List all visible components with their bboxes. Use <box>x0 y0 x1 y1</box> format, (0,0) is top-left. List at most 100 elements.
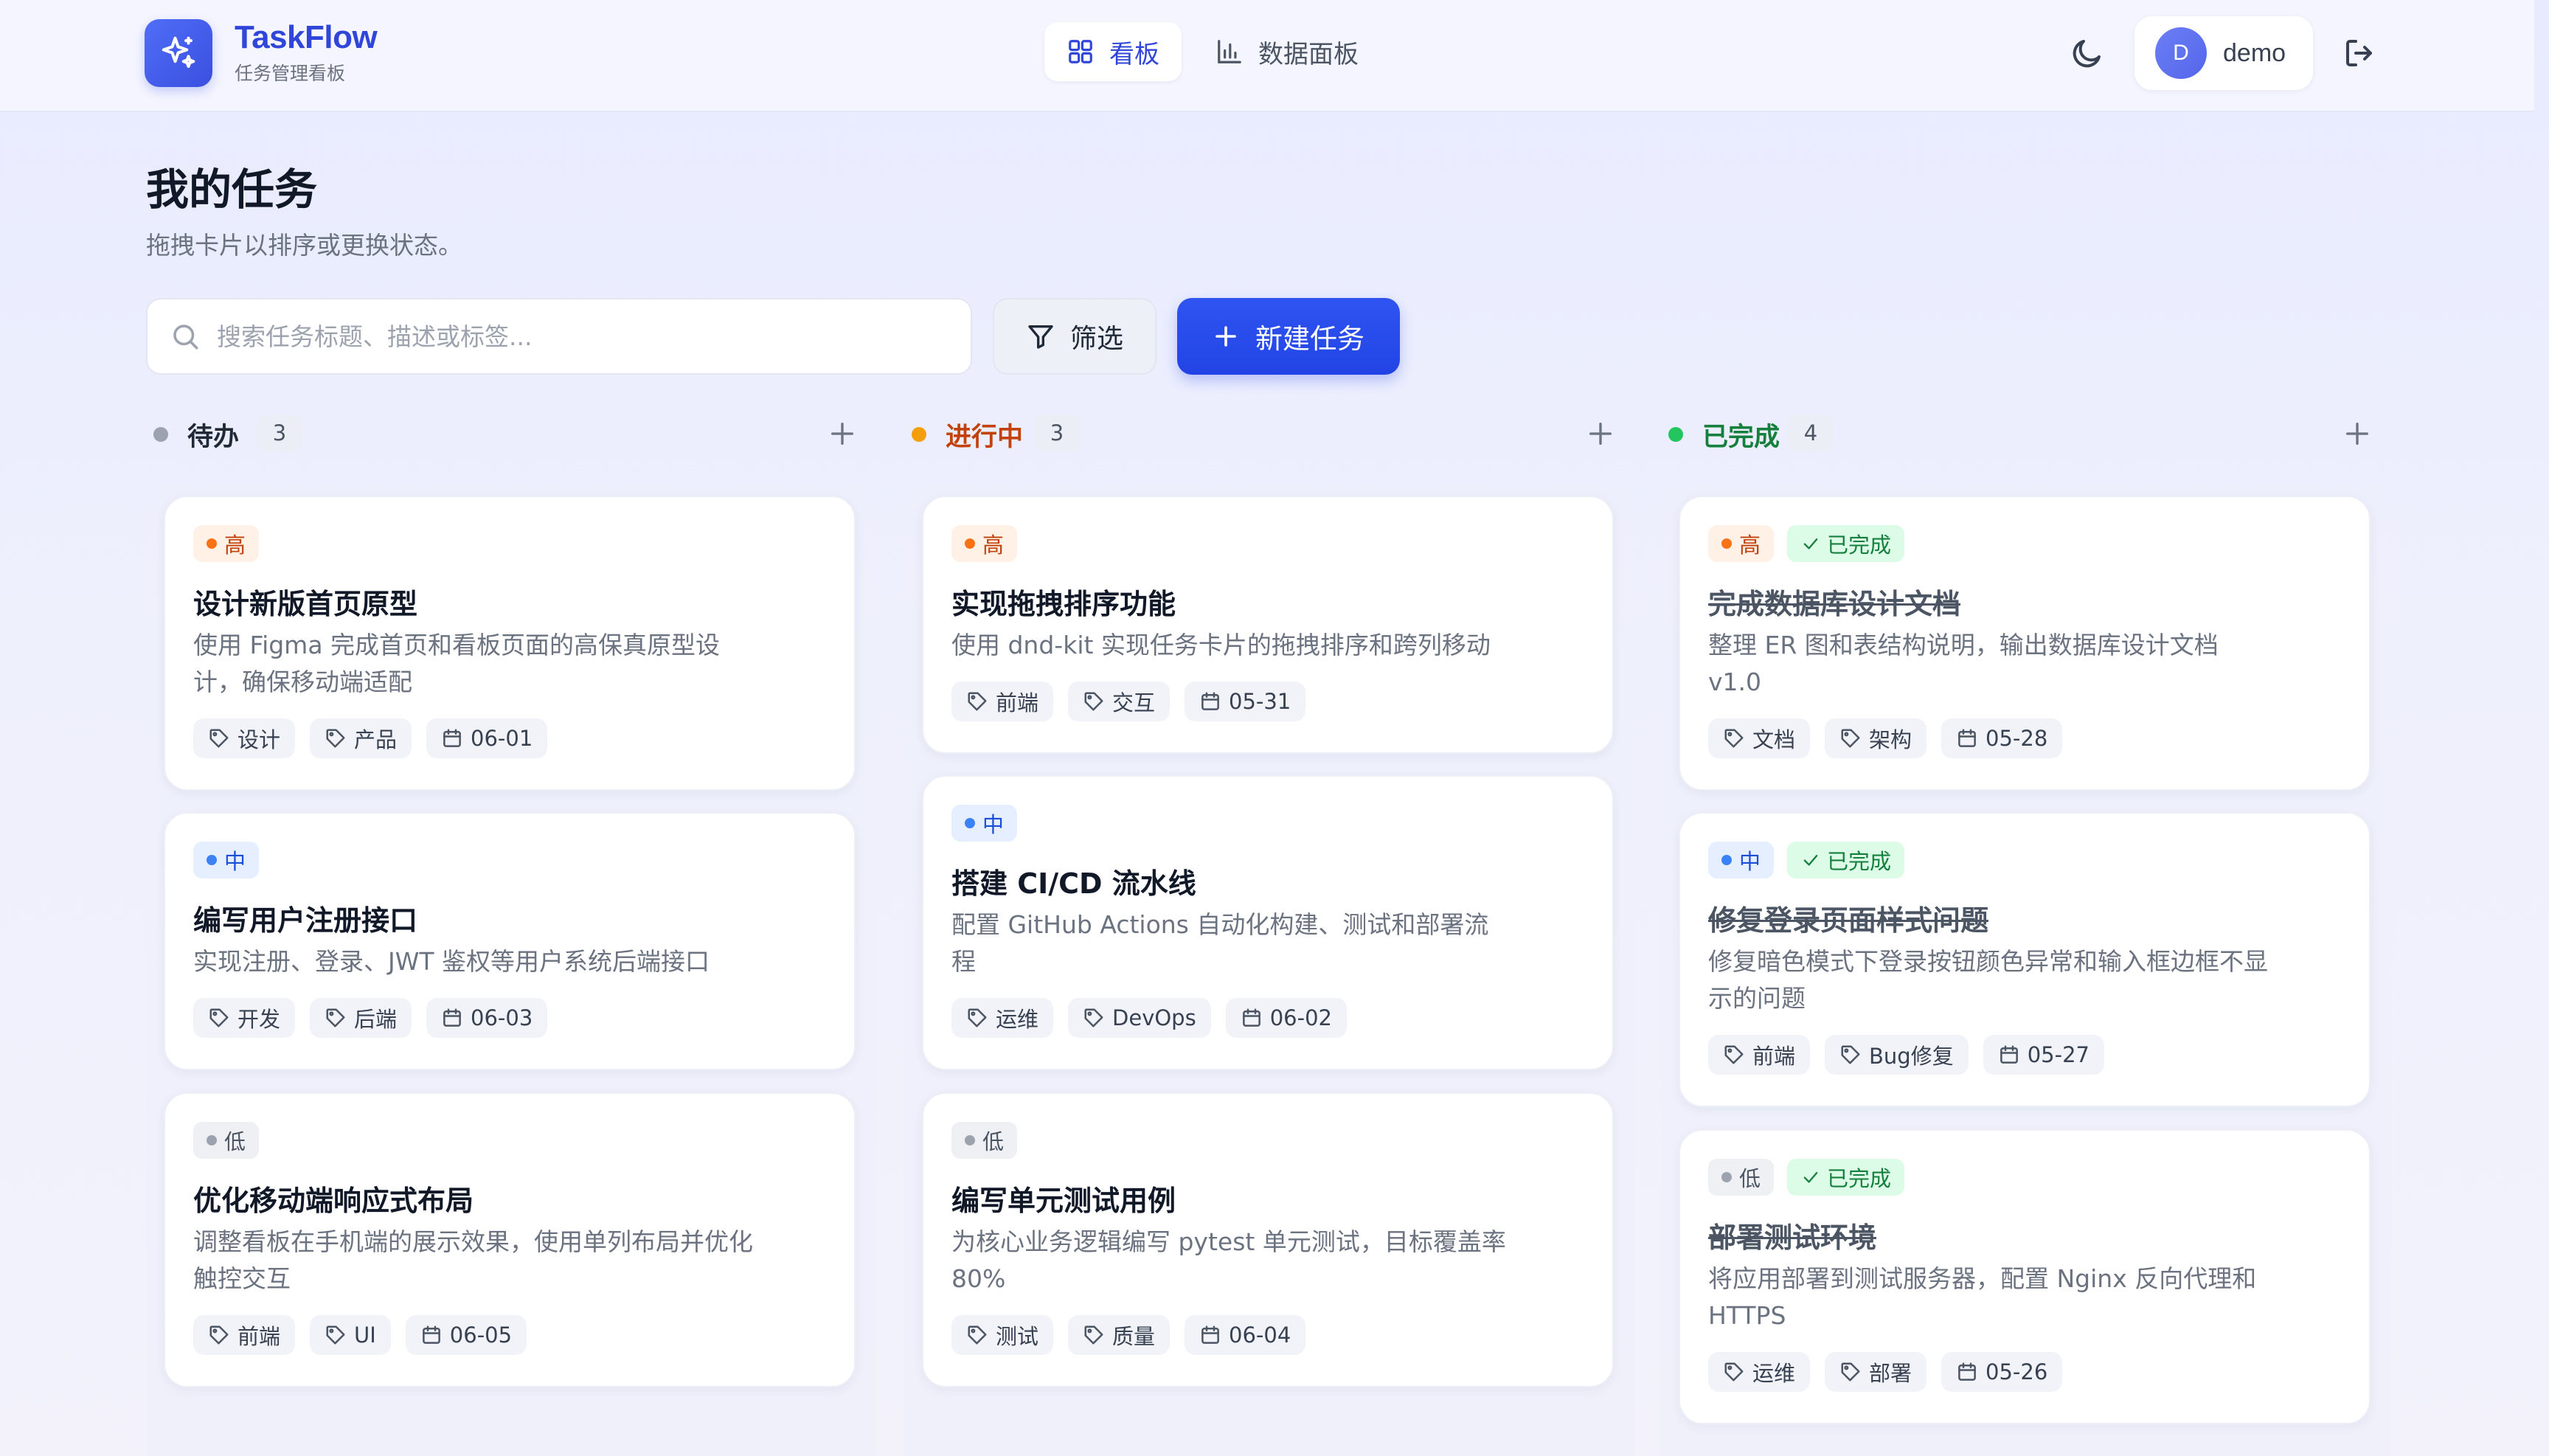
column-count: 4 <box>1788 415 1834 451</box>
search-input[interactable] <box>217 322 971 351</box>
tag-chip[interactable]: 前端 <box>951 682 1054 721</box>
moon-icon[interactable] <box>2070 35 2105 71</box>
task-title: 设计新版首页原型 <box>193 588 418 620</box>
plus-icon <box>1586 419 1615 448</box>
tag-icon <box>1083 690 1105 713</box>
tag-icon <box>1723 727 1745 749</box>
column-add-button[interactable] <box>1586 419 1615 448</box>
column-count: 3 <box>1034 415 1080 451</box>
tag-chip[interactable]: 交互 <box>1068 682 1171 721</box>
tag-label: 设计 <box>237 727 281 752</box>
tag-chip[interactable]: DevOps <box>1068 998 1211 1038</box>
task-description: 整理 ER 图和表结构说明，输出数据库设计文档 v1.0 <box>1708 631 2219 696</box>
tag-chip[interactable]: 部署 <box>1825 1352 1927 1392</box>
due-date-chip: 06-04 <box>1185 1315 1306 1355</box>
task-card[interactable]: 中搭建 CI/CD 流水线 配置 GitHub Actions 自动化构建、测试和… <box>922 775 1614 1070</box>
logout-icon[interactable] <box>2342 35 2378 71</box>
due-date: 06-01 <box>471 726 533 751</box>
due-date: 05-28 <box>1986 726 2048 751</box>
completed-label: 已完成 <box>1827 849 1892 874</box>
priority-label: 高 <box>224 533 246 558</box>
task-meta: 文档 架构 05-28 <box>1708 718 2063 758</box>
task-title: 搭建 CI/CD 流水线 <box>951 867 1196 900</box>
column-add-button[interactable] <box>828 419 857 448</box>
user-menu[interactable]: D demo <box>2134 16 2313 90</box>
tag-icon <box>1723 1044 1745 1066</box>
tag-chip[interactable]: 前端 <box>1708 1035 1811 1075</box>
tag-icon <box>325 1007 347 1029</box>
tag-chip[interactable]: 运维 <box>951 998 1054 1038</box>
tag-label: 前端 <box>996 690 1039 715</box>
completed-badge: 已完成 <box>1787 525 1905 562</box>
task-title: 编写单元测试用例 <box>951 1185 1176 1217</box>
task-meta: 测试 质量 06-04 <box>951 1315 1306 1355</box>
priority-label: 低 <box>982 1129 1005 1154</box>
task-title: 完成数据库设计文档 <box>1708 588 1961 620</box>
column-add-button[interactable] <box>2342 419 2372 448</box>
task-card[interactable]: 低优化移动端响应式布局 调整看板在手机端的展示效果，使用单列布局并优化触控交互 前端… <box>164 1092 856 1387</box>
column-status-dot <box>153 427 168 442</box>
tag-chip[interactable]: 测试 <box>951 1315 1054 1355</box>
column-header: 进行中 3 <box>904 413 1634 454</box>
tag-icon <box>966 690 988 713</box>
plus-icon <box>1215 326 1236 347</box>
tag-chip[interactable]: 文档 <box>1708 718 1811 758</box>
task-card[interactable]: 高 已完成 完成数据库设计文档 整理 ER 图和表结构说明，输出数据库设计文档 v1.… <box>1679 496 2371 791</box>
priority-badge: 高 <box>951 525 1018 562</box>
task-card[interactable]: 中编写用户注册接口 实现注册、登录、JWT 鉴权等用户系统后端接口 开发 后端 06-0… <box>164 812 856 1070</box>
due-date: 06-04 <box>1229 1322 1291 1348</box>
tag-icon <box>1723 1361 1745 1383</box>
column-0: 待办 3 <box>146 413 876 1456</box>
priority-dot <box>207 538 217 549</box>
calendar-icon <box>441 727 463 749</box>
filter-button[interactable]: 筛选 <box>993 298 1156 375</box>
new-task-button[interactable]: 新建任务 <box>1177 298 1400 375</box>
priority-label: 低 <box>1739 1166 1761 1191</box>
tag-chip[interactable]: 前端 <box>193 1315 296 1355</box>
task-description: 调整看板在手机端的展示效果，使用单列布局并优化触控交互 <box>193 1227 753 1293</box>
tag-label: 后端 <box>354 1007 398 1032</box>
card-badges: 中 <box>193 842 260 878</box>
tag-icon <box>966 1007 988 1029</box>
bar-chart-icon <box>1218 40 1241 63</box>
calendar-icon <box>1199 690 1221 713</box>
due-date-chip: 05-26 <box>1941 1352 2063 1392</box>
tag-chip[interactable]: 质量 <box>1068 1315 1171 1355</box>
task-card[interactable]: 高设计新版首页原型 使用 Figma 完成首页和看板页面的高保真原型设计，确保移动… <box>164 496 856 791</box>
tag-icon <box>208 1007 230 1029</box>
tag-icon <box>1839 1044 1862 1066</box>
tab-dashboard[interactable]: 数据面板 <box>1193 22 1381 81</box>
priority-dot <box>1721 855 1732 865</box>
priority-badge: 低 <box>951 1122 1018 1159</box>
tag-label: 运维 <box>1752 1361 1796 1386</box>
tag-chip[interactable]: 设计 <box>193 718 296 758</box>
tag-chip[interactable]: 产品 <box>310 718 412 758</box>
priority-dot <box>207 855 217 865</box>
task-card[interactable]: 高实现拖拽排序功能 使用 dnd-kit 实现任务卡片的拖拽排序和跨列移动 前端 交互… <box>922 496 1614 754</box>
tag-chip[interactable]: 架构 <box>1825 718 1927 758</box>
tab-board[interactable]: 看板 <box>1044 22 1182 81</box>
priority-dot <box>207 1135 217 1145</box>
tag-label: 测试 <box>996 1324 1039 1349</box>
priority-badge: 高 <box>193 525 260 562</box>
tag-chip[interactable]: 运维 <box>1708 1352 1811 1392</box>
priority-badge: 低 <box>193 1122 260 1159</box>
tag-chip[interactable]: 开发 <box>193 998 296 1038</box>
page-title: 我的任务 <box>146 164 318 215</box>
priority-label: 中 <box>1739 849 1761 874</box>
tab-dashboard-label: 数据面板 <box>1258 39 1359 69</box>
tag-label: UI <box>354 1322 376 1348</box>
due-date: 06-03 <box>471 1005 533 1030</box>
task-card[interactable]: 中 已完成 修复登录页面样式问题 修复暗色模式下登录按钮颜色异常和输入框边框不显示的问… <box>1679 812 2371 1107</box>
tag-chip[interactable]: 后端 <box>310 998 412 1038</box>
logo[interactable] <box>145 19 212 87</box>
plus-icon <box>2342 419 2372 448</box>
task-card[interactable]: 低编写单元测试用例为核心业务逻辑编写 pytest 单元测试，目标覆盖率 80%… <box>922 1092 1614 1387</box>
column-title: 进行中 <box>946 423 1024 452</box>
tag-chip[interactable]: Bug修复 <box>1825 1035 1969 1075</box>
task-description: 将应用部署到测试服务器，配置 Nginx 反向代理和 HTTPS <box>1708 1264 2257 1330</box>
tag-chip[interactable]: UI <box>310 1315 391 1355</box>
task-description: 为核心业务逻辑编写 pytest 单元测试，目标覆盖率 80% <box>951 1227 1506 1293</box>
task-description: 使用 dnd-kit 实现任务卡片的拖拽排序和跨列移动 <box>951 631 1491 659</box>
task-card[interactable]: 低 已完成 部署测试环境 将应用部署到测试服务器，配置 Nginx 反向代理和 HTT… <box>1679 1129 2371 1424</box>
